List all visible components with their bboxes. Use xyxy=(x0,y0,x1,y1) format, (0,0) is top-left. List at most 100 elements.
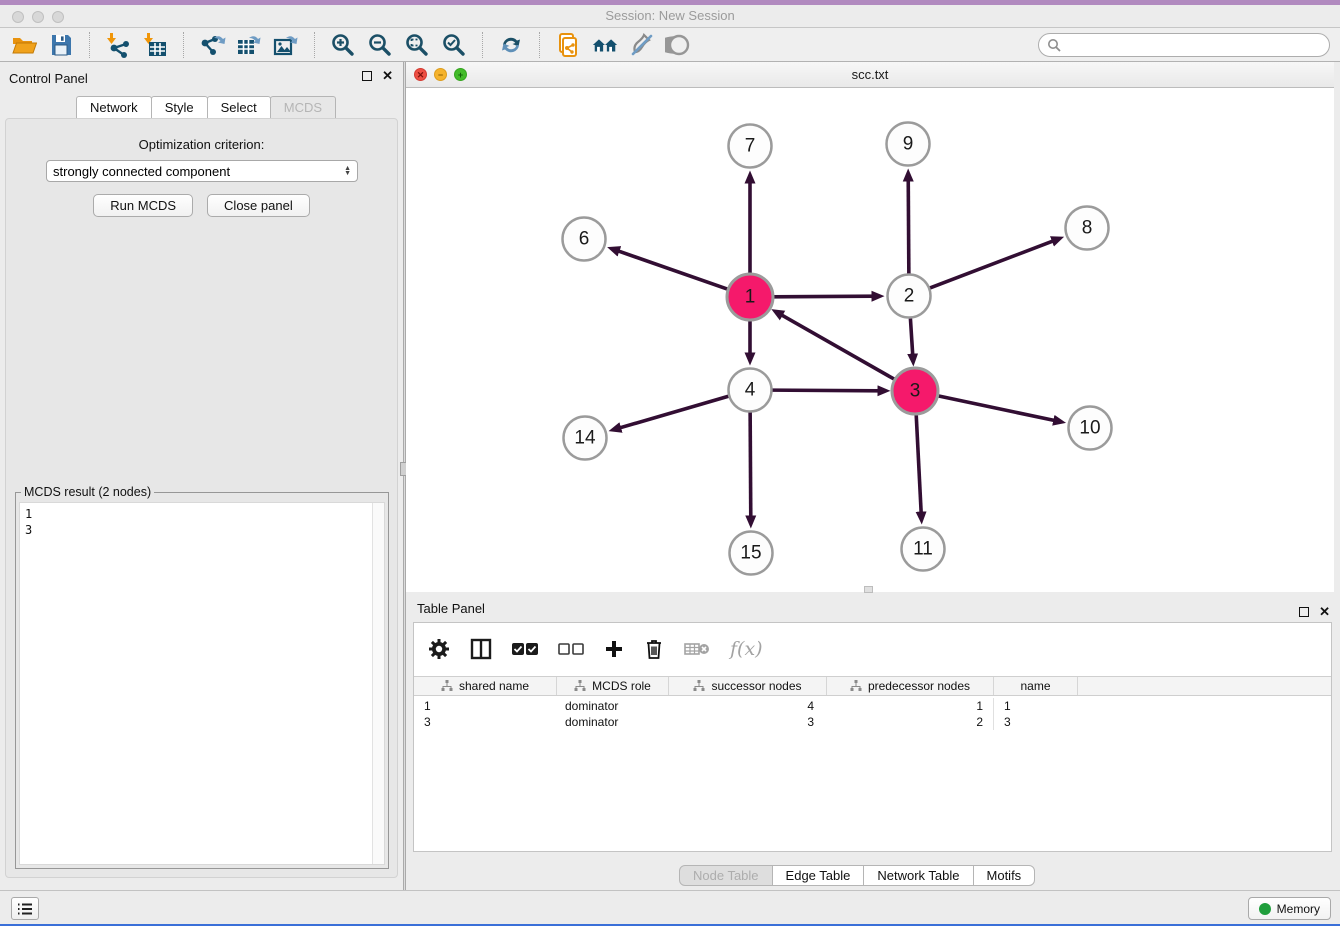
graph-node-3[interactable]: 3 xyxy=(892,368,938,414)
graph-edge-3-11[interactable] xyxy=(916,413,921,513)
table-row[interactable]: 1 dominator 4 1 1 xyxy=(414,698,1331,714)
network-canvas[interactable]: 7 9 6 8 1 2 4 3 14 10 15 11 xyxy=(406,88,1334,592)
column-header-name[interactable]: name xyxy=(994,677,1078,695)
select-all-icon[interactable] xyxy=(512,642,538,656)
table-row[interactable]: 3 dominator 3 2 3 xyxy=(414,714,1331,730)
graph-node-7[interactable]: 7 xyxy=(729,125,772,168)
cell-name[interactable]: 3 xyxy=(994,714,1078,730)
zoom-selected-icon[interactable] xyxy=(440,31,468,59)
add-column-icon[interactable] xyxy=(604,639,624,659)
open-session-icon[interactable] xyxy=(10,31,38,59)
svg-text:6: 6 xyxy=(579,229,590,250)
svg-text:8: 8 xyxy=(1082,218,1093,239)
graph-node-10[interactable]: 10 xyxy=(1069,407,1112,450)
close-table-panel-icon[interactable]: ✕ xyxy=(1319,607,1330,617)
cell-mcds-role[interactable]: dominator xyxy=(557,714,669,730)
save-session-icon[interactable] xyxy=(47,31,75,59)
network-window-titlebar[interactable]: ✕ − + scc.txt xyxy=(406,62,1334,88)
export-image-icon[interactable] xyxy=(272,31,300,59)
close-panel-icon[interactable]: ✕ xyxy=(382,71,393,81)
cell-successor-nodes[interactable]: 4 xyxy=(669,698,827,714)
svg-text:14: 14 xyxy=(574,428,596,449)
graph-node-1[interactable]: 1 xyxy=(727,274,773,320)
graph-edge-1-2[interactable] xyxy=(772,296,873,297)
graph-edge-1-6[interactable] xyxy=(618,251,729,290)
column-header-successor-nodes[interactable]: successor nodes xyxy=(669,677,827,695)
tab-mcds[interactable]: MCDS xyxy=(270,96,336,119)
close-window-icon[interactable] xyxy=(12,11,24,23)
tab-select[interactable]: Select xyxy=(207,96,271,119)
toolbar-separator xyxy=(482,32,483,58)
minimize-window-icon[interactable] xyxy=(32,11,44,23)
graph-node-6[interactable]: 6 xyxy=(563,218,606,261)
apply-layout-icon[interactable] xyxy=(497,31,525,59)
cell-mcds-role[interactable]: dominator xyxy=(557,698,669,714)
column-header-predecessor-nodes[interactable]: predecessor nodes xyxy=(827,677,994,695)
network-close-icon[interactable]: ✕ xyxy=(414,68,427,81)
tab-network-table[interactable]: Network Table xyxy=(863,865,973,886)
zoom-in-icon[interactable] xyxy=(329,31,357,59)
graph-node-4[interactable]: 4 xyxy=(729,369,772,412)
first-neighbors-icon[interactable] xyxy=(591,31,619,59)
tab-style[interactable]: Style xyxy=(151,96,208,119)
cell-shared-name[interactable]: 3 xyxy=(414,714,557,730)
cell-successor-nodes[interactable]: 3 xyxy=(669,714,827,730)
float-panel-icon[interactable] xyxy=(362,71,372,81)
tree-icon xyxy=(850,680,862,692)
column-header-mcds-role[interactable]: MCDS role xyxy=(557,677,669,695)
network-minimize-icon[interactable]: − xyxy=(434,68,447,81)
graph-node-15[interactable]: 15 xyxy=(730,532,773,575)
network-maximize-icon[interactable]: + xyxy=(454,68,467,81)
float-table-panel-icon[interactable] xyxy=(1299,607,1309,617)
window-traffic-lights[interactable] xyxy=(12,11,64,23)
graphics-details-icon[interactable] xyxy=(628,31,656,59)
export-network-icon[interactable] xyxy=(198,31,226,59)
graph-edge-2-8[interactable] xyxy=(930,241,1054,288)
delete-icon[interactable] xyxy=(644,638,664,660)
graph-node-2[interactable]: 2 xyxy=(888,275,931,318)
cell-name[interactable]: 1 xyxy=(994,698,1078,714)
horizontal-splitter-grip[interactable] xyxy=(864,586,873,593)
gear-icon[interactable] xyxy=(428,638,450,660)
toolbar-separator xyxy=(314,32,315,58)
graph-node-11[interactable]: 11 xyxy=(902,528,945,571)
run-mcds-button[interactable]: Run MCDS xyxy=(93,194,193,217)
memory-button[interactable]: Memory xyxy=(1248,897,1331,920)
import-table-icon[interactable] xyxy=(141,31,169,59)
column-header-shared-name[interactable]: shared name xyxy=(414,677,557,695)
tab-node-table[interactable]: Node Table xyxy=(679,865,773,886)
graph-node-8[interactable]: 8 xyxy=(1066,207,1109,250)
search-input[interactable] xyxy=(1038,33,1330,57)
cell-shared-name[interactable]: 1 xyxy=(414,698,557,714)
zoom-out-icon[interactable] xyxy=(366,31,394,59)
task-history-button[interactable] xyxy=(11,897,39,920)
graph-edge-4-14[interactable] xyxy=(619,396,728,428)
maximize-window-icon[interactable] xyxy=(52,11,64,23)
graph-edge-4-15[interactable] xyxy=(750,412,751,517)
cell-predecessor-nodes[interactable]: 1 xyxy=(827,698,994,714)
graph-edge-3-10[interactable] xyxy=(937,396,1055,421)
eye-icon[interactable] xyxy=(665,31,693,59)
zoom-fit-icon[interactable] xyxy=(403,31,431,59)
graph-edge-3-1[interactable] xyxy=(781,315,896,380)
tab-edge-table[interactable]: Edge Table xyxy=(772,865,865,886)
tab-motifs[interactable]: Motifs xyxy=(973,865,1036,886)
deselect-all-icon[interactable] xyxy=(558,642,584,656)
copy-style-icon[interactable] xyxy=(554,31,582,59)
mcds-result-area[interactable]: 1 3 xyxy=(19,502,385,865)
graph-edge-2-3[interactable] xyxy=(910,318,912,355)
table-header-row: shared name MCDS role successor nodes pr… xyxy=(414,676,1331,696)
graph-node-9[interactable]: 9 xyxy=(887,123,930,166)
export-table-icon[interactable] xyxy=(235,31,263,59)
search-field[interactable] xyxy=(1066,37,1321,52)
graph-edge-2-9[interactable] xyxy=(908,179,909,273)
graph-edge-4-3[interactable] xyxy=(772,390,879,391)
tab-network[interactable]: Network xyxy=(76,96,152,119)
graph-node-14[interactable]: 14 xyxy=(564,417,607,460)
import-network-icon[interactable] xyxy=(104,31,132,59)
result-scrollbar[interactable] xyxy=(372,503,384,864)
cell-predecessor-nodes[interactable]: 2 xyxy=(827,714,994,730)
columns-icon[interactable] xyxy=(470,638,492,660)
close-panel-button[interactable]: Close panel xyxy=(207,194,310,217)
criterion-select[interactable]: strongly connected component ▲▼ xyxy=(46,160,358,182)
